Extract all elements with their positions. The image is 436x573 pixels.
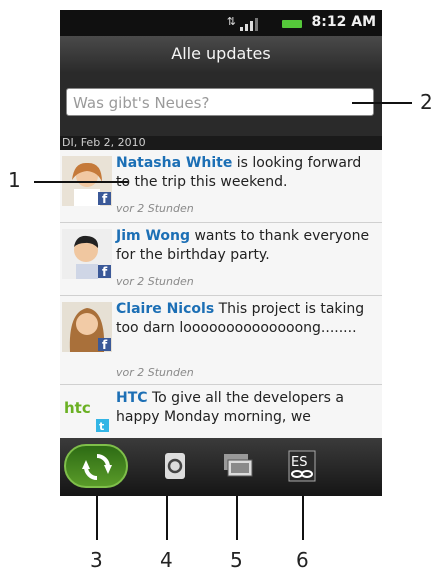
callout-line-2 (352, 102, 412, 104)
date-header: DI, Feb 2, 2010 (60, 136, 382, 150)
svg-text:f: f (102, 265, 108, 279)
htc-logo: htc (64, 399, 91, 417)
signal-icon (240, 18, 258, 31)
list-item[interactable]: htc t HTC To give all the developers a h… (60, 385, 382, 438)
callout-label-5: 5 (230, 548, 243, 572)
callout-label-6: 6 (296, 548, 309, 572)
update-text: HTC To give all the developers a happy M… (116, 390, 344, 425)
accounts-link-icon: ES (288, 450, 316, 482)
updates-feed[interactable]: f Natasha White is looking forward to th… (60, 150, 382, 438)
refresh-button[interactable] (144, 444, 206, 488)
refresh-all-button[interactable] (64, 444, 128, 488)
svg-text:ES: ES (291, 455, 307, 470)
callout-line-4 (166, 496, 168, 540)
svg-text:f: f (102, 338, 108, 352)
list-item[interactable]: f Claire Nicols This project is taking t… (60, 296, 382, 385)
avatar: f (62, 229, 112, 279)
callout-label-4: 4 (160, 548, 173, 572)
list-item[interactable]: f Natasha White is looking forward to th… (60, 150, 382, 223)
callout-line-5 (236, 496, 238, 540)
refresh-all-icon (82, 454, 112, 480)
network-icon: ⇅ (226, 15, 236, 28)
update-time: vor 2 Stunden (116, 202, 194, 215)
update-text: Claire Nicols This project is taking too… (116, 301, 365, 336)
bottom-toolbar: ES (60, 438, 382, 496)
poster-name[interactable]: Claire Nicols (116, 301, 214, 317)
battery-icon (282, 20, 302, 28)
callout-line-6 (302, 496, 304, 540)
status-time: 8:12 AM (311, 14, 376, 30)
callout-label-1: 1 (8, 168, 21, 192)
page-title: Alle updates (60, 36, 382, 72)
update-text: Natasha White is looking forward to the … (116, 155, 362, 190)
poster-name[interactable]: HTC (116, 390, 148, 406)
callout-label-3: 3 (90, 548, 103, 572)
status-bar: ⇅ 8:12 AM (60, 10, 382, 36)
photos-button[interactable] (206, 444, 268, 488)
svg-text:f: f (102, 192, 108, 206)
phone-screen: ⇅ 8:12 AM Alle updates Was gibt's Neues?… (60, 10, 382, 496)
svg-text:t: t (99, 420, 104, 432)
list-item[interactable]: f Jim Wong wants to thank everyone for t… (60, 223, 382, 296)
update-time: vor 2 Stunden (116, 275, 194, 288)
update-time: vor 2 Stunden (116, 366, 194, 379)
refresh-icon (165, 453, 185, 479)
poster-name[interactable]: Natasha White (116, 155, 232, 171)
compose-area: Was gibt's Neues? (60, 72, 382, 136)
callout-label-2: 2 (420, 90, 433, 114)
twitter-icon: t (96, 419, 109, 432)
callout-line-1 (34, 181, 128, 183)
callout-line-3 (96, 496, 98, 540)
update-text: Jim Wong wants to thank everyone for the… (116, 228, 370, 263)
status-update-input[interactable]: Was gibt's Neues? (66, 88, 374, 116)
poster-name[interactable]: Jim Wong (116, 228, 190, 244)
accounts-link-button[interactable]: ES (270, 444, 332, 488)
avatar: f (62, 302, 112, 352)
photos-icon (224, 454, 253, 477)
